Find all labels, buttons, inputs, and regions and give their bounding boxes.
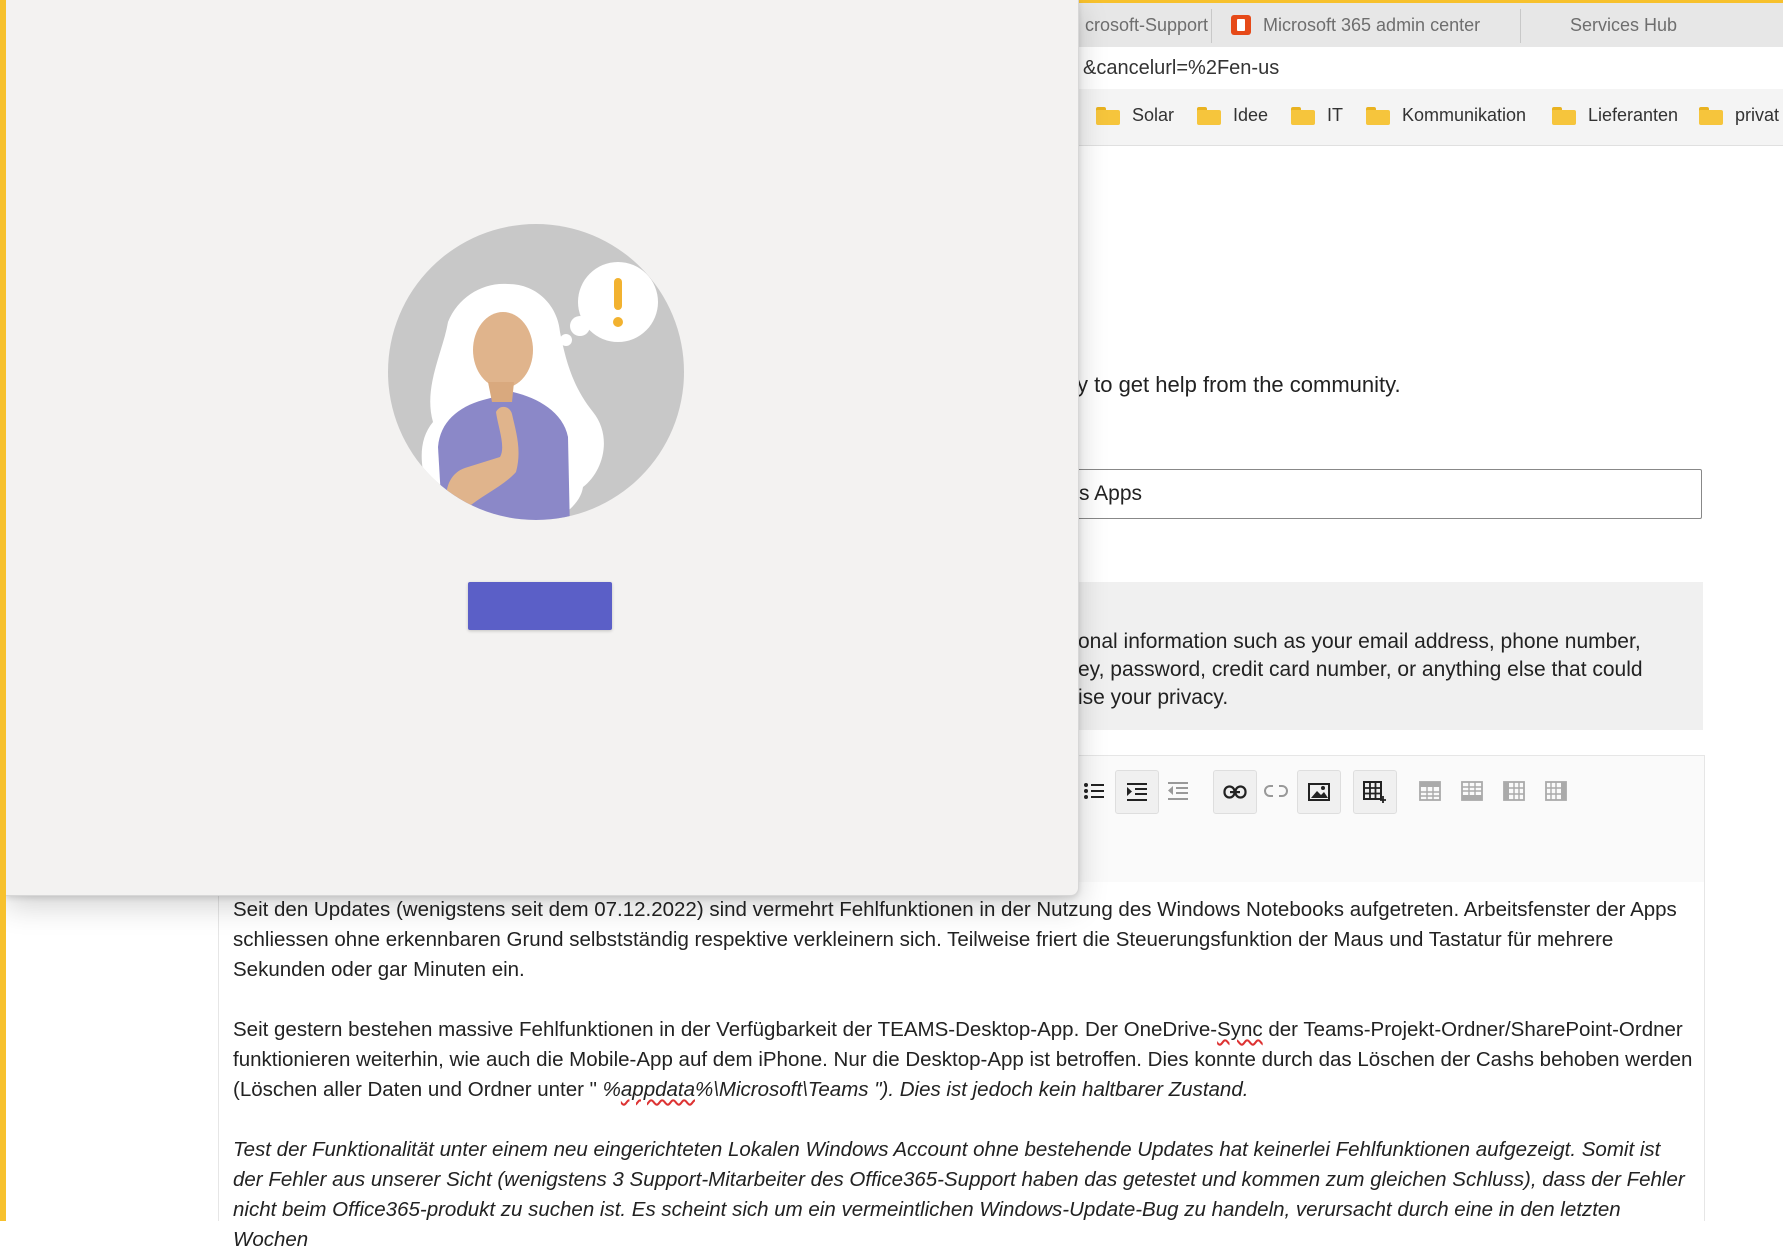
bookmark-folder[interactable]: Lieferanten: [1552, 105, 1678, 126]
privacy-notice: onal information such as your email addr…: [1000, 582, 1703, 730]
bookmark-label: Kommunikation: [1402, 105, 1527, 125]
folder-icon: [1366, 106, 1390, 125]
link-icon[interactable]: [1213, 770, 1257, 814]
text-run: %: [602, 1078, 621, 1101]
folder-icon: [1197, 106, 1221, 125]
text-run-misspelled: appdata: [620, 1078, 695, 1101]
tab-label: crosoft-Support: [1085, 14, 1209, 35]
tab-label: Microsoft 365 admin center: [1263, 14, 1481, 35]
folder-icon: [1096, 106, 1120, 125]
table-row-above-icon[interactable]: [1409, 770, 1451, 812]
product-value: s Apps: [1079, 482, 1143, 505]
error-illustration: [388, 224, 684, 520]
table-column-right-icon[interactable]: [1535, 770, 1577, 812]
editor-toolbar: [1000, 755, 1705, 882]
tab-services-hub[interactable]: Services Hub: [1538, 3, 1677, 47]
bookmark-folder[interactable]: IT: [1291, 105, 1343, 126]
microsoft-logo-icon: [1538, 15, 1558, 35]
privacy-line: onal information such as your email addr…: [1078, 630, 1641, 653]
office-icon: [1231, 15, 1251, 35]
text-run-misspelled: Sync: [1217, 1018, 1263, 1041]
text-run: %\Microsoft\Teams "). Dies ist jedoch ke…: [695, 1078, 1249, 1101]
tab-m365-admin-center[interactable]: Microsoft 365 admin center: [1231, 3, 1480, 47]
product-select[interactable]: s Apps: [1000, 469, 1702, 519]
outdent-icon[interactable]: [1157, 770, 1199, 812]
table-column-left-icon[interactable]: [1493, 770, 1535, 812]
folder-icon: [1699, 106, 1723, 125]
window-frame-left: [0, 0, 6, 1221]
bookmark-label: IT: [1327, 105, 1343, 125]
privacy-line: ey, password, credit card number, or any…: [1078, 658, 1643, 681]
teams-error-dialog: [6, 0, 1079, 896]
dialog-primary-button[interactable]: [468, 582, 612, 630]
bookmark-label: privat: [1735, 105, 1780, 125]
tab-label: Services Hub: [1570, 14, 1678, 35]
table-row-below-icon[interactable]: [1451, 770, 1493, 812]
folder-icon: [1291, 106, 1315, 125]
description-editor[interactable]: Seit den Updates (wenigstens seit dem 07…: [218, 881, 1705, 1251]
editor-paragraph: Seit gestern bestehen massive Fehlfunkti…: [233, 1015, 1693, 1105]
text-run: Seit gestern bestehen massive Fehlfunkti…: [233, 1018, 1218, 1041]
editor-paragraph: Seit den Updates (wenigstens seit dem 07…: [233, 898, 1677, 981]
bookmark-folder[interactable]: privat: [1699, 105, 1779, 126]
editor-paragraph: Test der Funktionalität unter einem neu …: [233, 1138, 1685, 1251]
tab-microsoft-support[interactable]: crosoft-Support: [1085, 3, 1208, 47]
bookmark-folder[interactable]: Solar: [1096, 105, 1174, 126]
bulleted-list-icon[interactable]: [1073, 770, 1115, 812]
bookmark-folder[interactable]: Idee: [1197, 105, 1268, 126]
tab-divider: [1520, 9, 1521, 43]
tab-divider: [1211, 9, 1212, 43]
indent-icon[interactable]: [1115, 770, 1159, 814]
image-icon[interactable]: [1297, 770, 1341, 814]
bookmark-label: Lieferanten: [1588, 105, 1679, 125]
community-help-text: y to get help from the community.: [1077, 372, 1401, 397]
unlink-icon[interactable]: [1255, 770, 1297, 812]
bookmark-label: Solar: [1132, 105, 1175, 125]
privacy-line: ise your privacy.: [1078, 686, 1229, 709]
url-text[interactable]: &cancelurl=%2Fen-us: [1083, 57, 1279, 80]
insert-table-icon[interactable]: [1353, 770, 1397, 814]
bookmark-folder[interactable]: Kommunikation: [1366, 105, 1526, 126]
bookmark-label: Idee: [1233, 105, 1269, 125]
folder-icon: [1552, 106, 1576, 125]
